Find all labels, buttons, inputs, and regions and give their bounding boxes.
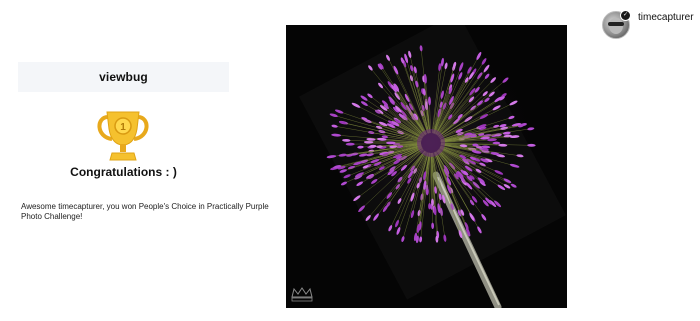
verified-badge-icon: ✓ [620,10,631,21]
username-link[interactable]: timecapturer [638,12,694,23]
brand-name: viewbug [99,70,148,84]
allium-flower-photo[interactable] [286,25,567,308]
congratulations-heading: Congratulations : ) [70,165,177,179]
brand-header: viewbug [18,62,229,92]
win-message: Awesome timecapturer, you won People's C… [21,202,269,221]
trophy-icon: 1 [94,107,152,163]
trophy-number: 1 [120,122,126,133]
user-profile[interactable]: timecapturer [602,11,694,39]
flower-image [291,25,566,308]
crown-watermark-icon [291,287,313,302]
